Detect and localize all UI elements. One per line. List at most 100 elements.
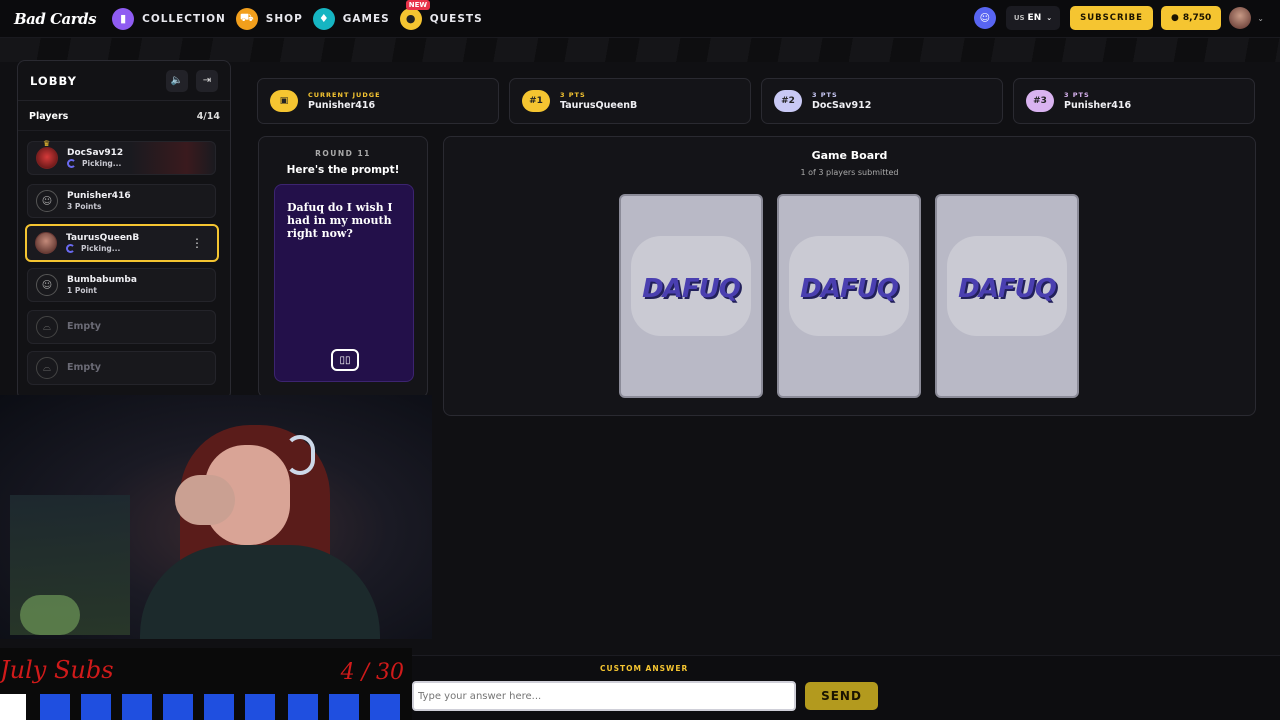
rank-badge: #1	[522, 90, 550, 112]
rank-badge: #2	[774, 90, 802, 112]
rank-name: DocSav912	[812, 99, 872, 111]
lang-region: US	[1013, 14, 1025, 22]
lobby-title: LOBBY	[30, 73, 77, 88]
judge-icon: ▣	[270, 90, 298, 112]
player-name: Punisher416	[67, 191, 131, 202]
coins-value: 8,750	[1182, 13, 1212, 23]
card-back-logo: DAFUQ	[642, 274, 741, 304]
spinner-icon	[66, 243, 75, 253]
empty-slot: ⌓ Empty	[27, 310, 216, 344]
prompt-heading: Here's the prompt!	[286, 164, 400, 176]
player-status: Picking...	[67, 158, 123, 168]
nav-games-label: GAMES	[342, 12, 390, 25]
webcam-overlay	[0, 395, 432, 639]
progress-segment	[329, 694, 359, 720]
rank-badge: #3	[1026, 90, 1054, 112]
progress-segment	[245, 694, 275, 720]
discord-icon[interactable]: ☺	[973, 7, 996, 29]
coin-icon: ●	[1170, 13, 1179, 23]
subscribe-button[interactable]: SUBSCRIBE	[1070, 6, 1153, 30]
user-avatar[interactable]	[1229, 7, 1252, 29]
progress-segment	[122, 694, 152, 720]
lobby-panel: LOBBY 🔈 ⇥ Players 4/14 ♛ DocSav912 Picki…	[17, 60, 231, 400]
empty-label: Empty	[67, 362, 101, 374]
logo[interactable]: Bad Cards	[14, 10, 97, 28]
rank-2-card: #2 3 PTS DocSav912	[761, 78, 1003, 124]
players-count: 4/14	[196, 111, 220, 122]
judge-name: Punisher416	[308, 99, 376, 111]
rank-points: 3 PTS	[1064, 91, 1090, 100]
games-icon: ♦	[312, 7, 335, 30]
top-nav: Bad Cards ▮ COLLECTION ⛟ SHOP ♦ GAMES ● …	[0, 0, 1280, 38]
sound-icon[interactable]: 🔈	[166, 69, 188, 92]
card-back-logo: DAFUQ	[958, 274, 1057, 304]
progress-segment	[204, 694, 234, 720]
chevron-down-icon[interactable]: ⌄	[1257, 14, 1264, 23]
chevron-down-icon: ⌄	[1046, 14, 1053, 22]
players-label: Players	[29, 111, 69, 122]
rank-name: Punisher416	[1064, 99, 1132, 111]
nav-quests-label: QUESTS	[429, 12, 483, 25]
user-icon: ☺	[36, 274, 58, 296]
answer-card[interactable]: DAFUQ	[935, 194, 1079, 398]
rank-1-card: #1 3 PTS TaurusQueenB	[509, 78, 751, 124]
nav-collection-label: COLLECTION	[142, 12, 226, 25]
sub-goal-count: 4 / 30	[340, 660, 404, 685]
rank-points: 3 PTS	[560, 91, 586, 100]
player-row-self[interactable]: TaurusQueenB Picking... ⋮	[25, 224, 219, 262]
player-status: 3 Points	[67, 201, 102, 211]
rank-3-card: #3 3 PTS Punisher416	[1013, 78, 1255, 124]
leave-icon[interactable]: ⇥	[196, 69, 218, 92]
player-row[interactable]: ♛ DocSav912 Picking...	[27, 139, 216, 175]
progress-segment	[163, 694, 193, 720]
spinner-icon	[67, 158, 76, 168]
custom-answer-label: CUSTOM ANSWER	[600, 664, 689, 673]
empty-slot: ⌓ Empty	[27, 351, 216, 385]
empty-seat-icon: ⌓	[36, 316, 58, 338]
progress-segment	[40, 694, 70, 720]
prompt-panel: ROUND 11 Here's the prompt! Dafuq do I w…	[258, 136, 428, 398]
nav-quests[interactable]: ● NEW QUESTS	[399, 0, 483, 30]
player-row[interactable]: ☺ Bumbabumba 1 Point	[27, 268, 216, 302]
more-options-icon[interactable]: ⋮	[191, 236, 203, 250]
cards-icon: ▮	[112, 7, 135, 30]
answer-card[interactable]: DAFUQ	[777, 194, 921, 398]
new-badge: NEW	[405, 0, 431, 10]
progress-segment	[288, 694, 318, 720]
nav-collection[interactable]: ▮ COLLECTION	[112, 7, 226, 30]
progress-segment	[0, 694, 26, 720]
player-status: Picking...	[66, 243, 139, 253]
lang-code: EN	[1027, 13, 1042, 23]
crown-icon: ♛	[43, 139, 51, 148]
answer-card[interactable]: DAFUQ	[619, 194, 763, 398]
player-name: Bumbabumba	[67, 275, 137, 286]
custom-answer-area: CUSTOM ANSWER SEND	[412, 655, 1280, 720]
user-icon: ☺	[36, 190, 58, 212]
progress-segment	[370, 694, 400, 720]
avatar: ♛	[36, 139, 58, 169]
progress-segment	[81, 694, 111, 720]
nav-games[interactable]: ♦ GAMES	[312, 7, 390, 30]
player-name: TaurusQueenB	[66, 233, 140, 244]
sub-goal-overlay: July Subs 4 / 30	[0, 648, 412, 720]
language-select[interactable]: US EN ⌄	[1005, 6, 1061, 30]
coins-balance[interactable]: ● 8,750	[1160, 6, 1222, 30]
nav-shop[interactable]: ⛟ SHOP	[235, 7, 303, 30]
card-back-logo: DAFUQ	[800, 274, 899, 304]
player-name: DocSav912	[67, 148, 124, 159]
current-judge-card: ▣ CURRENT JUDGE Punisher416	[257, 78, 499, 124]
game-board: Game Board 1 of 3 players submitted DAFU…	[443, 136, 1256, 416]
sub-goal-title: July Subs	[0, 656, 114, 684]
answer-input[interactable]	[412, 681, 796, 711]
empty-seat-icon: ⌓	[36, 357, 58, 379]
cart-icon: ⛟	[235, 7, 258, 30]
avatar	[35, 232, 57, 254]
round-label: ROUND 11	[315, 149, 371, 158]
player-status: 1 Point	[67, 285, 97, 295]
nav-shop-label: SHOP	[265, 12, 303, 25]
prompt-text: Dafuq do I wish I had in my mouth right …	[287, 201, 393, 241]
board-subtitle: 1 of 3 players submitted	[800, 168, 899, 177]
player-row[interactable]: ☺ Punisher416 3 Points	[27, 184, 216, 218]
card-logo-icon: ▯▯	[331, 349, 359, 371]
send-button[interactable]: SEND	[805, 682, 878, 710]
